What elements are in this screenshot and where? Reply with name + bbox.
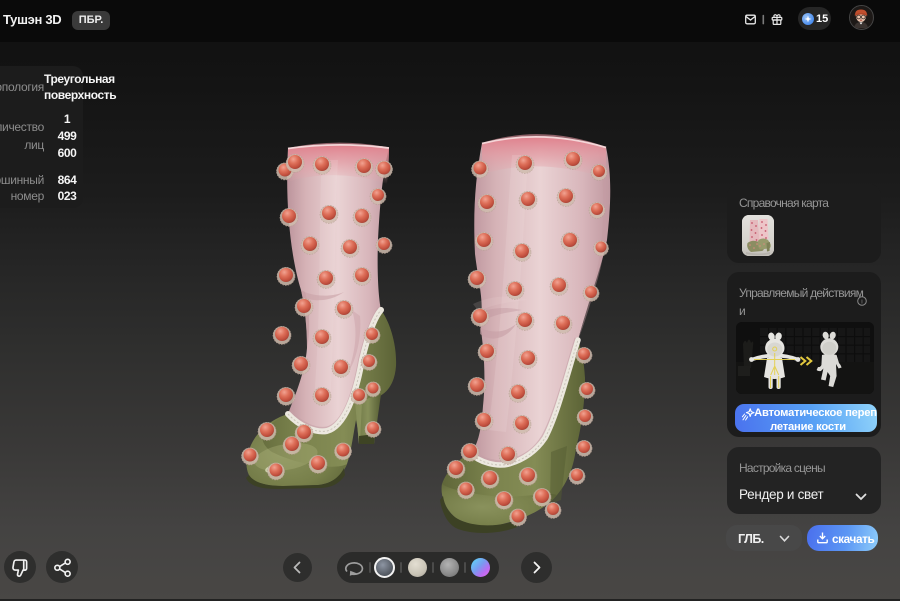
svg-text:i: i <box>861 298 862 305</box>
